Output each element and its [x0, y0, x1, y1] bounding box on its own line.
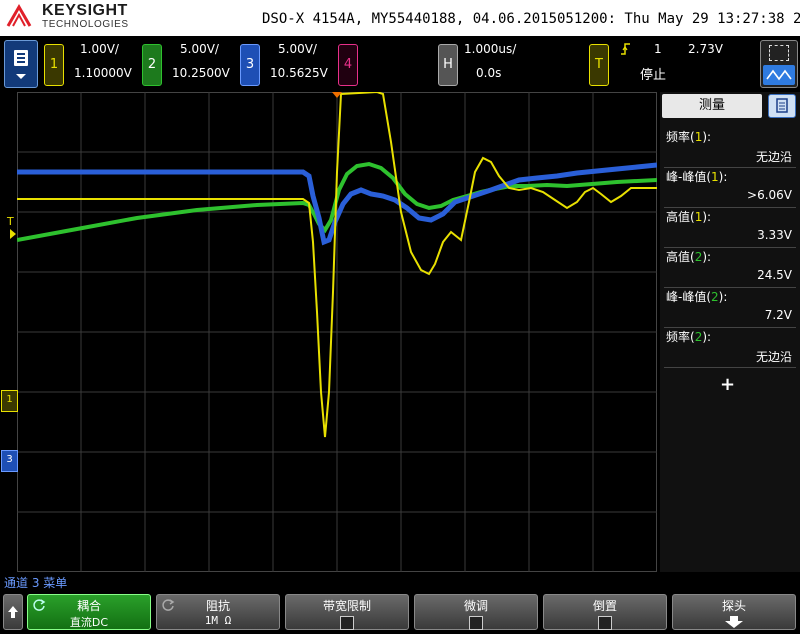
measurement-value: 24.5V: [757, 268, 792, 282]
softkey-invert[interactable]: 倒置: [543, 594, 667, 630]
rising-edge-icon: [621, 43, 630, 55]
status-line: 通道 3 菜单: [4, 576, 68, 590]
softkey-probe-label: 探头: [721, 599, 746, 613]
softkey-probe[interactable]: 探头: [672, 594, 796, 630]
measurement-value: 3.33V: [757, 228, 792, 242]
measurement-value: 无边沿: [755, 150, 792, 164]
down-arrow-icon: [725, 616, 743, 628]
channel-1-scale: 1.00V/: [80, 42, 119, 56]
up-arrow-icon: [8, 606, 18, 618]
bandwidth-limit-checkbox[interactable]: [340, 616, 354, 630]
measurement-value: >6.06V: [747, 188, 792, 202]
menu-up-button[interactable]: [3, 594, 23, 630]
horizontal-badge[interactable]: H: [438, 44, 458, 86]
main-menu-button[interactable]: [4, 40, 38, 88]
autoscale-icon: [763, 65, 795, 85]
softkey-impedance-value: 1M Ω: [204, 614, 232, 627]
rotate-icon: [162, 599, 175, 611]
waveform-svg: [17, 92, 657, 572]
brand-name: KEYSIGHT: [42, 2, 128, 19]
trigger-level-marker: T: [7, 215, 14, 228]
measurement-name: 峰-峰值(2):: [666, 290, 728, 304]
channel-3-badge[interactable]: 3: [240, 44, 260, 86]
list-icon: [776, 98, 788, 113]
delay-value: 0.0s: [476, 66, 502, 80]
measurement-name: 高值(2):: [666, 250, 712, 264]
measurement-separator: [664, 367, 796, 368]
measurement-name: 峰-峰值(1):: [666, 170, 728, 184]
softkey-coupling[interactable]: 耦合 直流DC: [27, 594, 151, 630]
channel-3-offset: 10.5625V: [270, 66, 328, 80]
measurement-value: 7.2V: [764, 308, 792, 322]
add-measurement-button[interactable]: +: [720, 374, 735, 395]
measurement-value: 无边沿: [755, 350, 792, 364]
channel-2-scale: 5.00V/: [180, 42, 219, 56]
settings-bar: 1 1.00V/ 1.10000V 2 5.00V/ 10.2500V 3 5.…: [0, 36, 800, 92]
timebase-value: 1.000us/: [464, 42, 517, 56]
channel-1-badge[interactable]: 1: [44, 44, 64, 86]
trigger-level: 2.73V: [688, 42, 723, 56]
softkey-bandwidth-limit[interactable]: 带宽限制: [285, 594, 409, 630]
run-state: 停止: [640, 68, 667, 83]
channel-4-badge[interactable]: 4: [338, 44, 358, 86]
measurement-name: 频率(2):: [666, 330, 712, 344]
measurement-name: 高值(1):: [666, 210, 712, 224]
panel-tab-measure[interactable]: 测量: [662, 94, 762, 118]
softkey-fine-label: 微调: [463, 599, 488, 613]
invert-checkbox[interactable]: [598, 616, 612, 630]
softkey-coupling-value: 直流DC: [69, 616, 109, 629]
softkey-impedance-label: 阻抗: [205, 599, 230, 613]
softkey-invert-label: 倒置: [592, 599, 617, 613]
menu-icon: [14, 50, 28, 66]
softkey-impedance[interactable]: 阻抗 1M Ω: [156, 594, 280, 630]
softkey-fine[interactable]: 微调: [414, 594, 538, 630]
channel-3-scale: 5.00V/: [278, 42, 317, 56]
channel-3-ground-marker[interactable]: 3: [1, 450, 18, 472]
trigger-level-arrow: [10, 229, 16, 239]
softkey-bandwidth-limit-label: 带宽限制: [322, 599, 371, 613]
measurement-name: 频率(1):: [666, 130, 712, 144]
brand-subtitle: TECHNOLOGIES: [42, 19, 129, 30]
rotate-icon: [33, 599, 46, 611]
channel-1-ground-marker[interactable]: 1: [1, 390, 18, 412]
channel-2-badge[interactable]: 2: [142, 44, 162, 86]
zoom-box-icon: [769, 45, 789, 61]
trigger-badge[interactable]: T: [589, 44, 609, 86]
panel-list-icon[interactable]: [768, 94, 796, 118]
keysight-logo-icon: [6, 4, 32, 27]
channel-2-offset: 10.2500V: [172, 66, 230, 80]
instrument-title: DSO-X 4154A, MY55440188, 04.06.201505120…: [262, 11, 800, 27]
chevron-down-icon: [16, 74, 26, 79]
channel-1-offset: 1.10000V: [74, 66, 132, 80]
fine-checkbox[interactable]: [469, 616, 483, 630]
autoscale-button[interactable]: [760, 40, 798, 88]
trigger-source: 1: [654, 42, 662, 56]
softkey-coupling-label: 耦合: [76, 599, 101, 613]
